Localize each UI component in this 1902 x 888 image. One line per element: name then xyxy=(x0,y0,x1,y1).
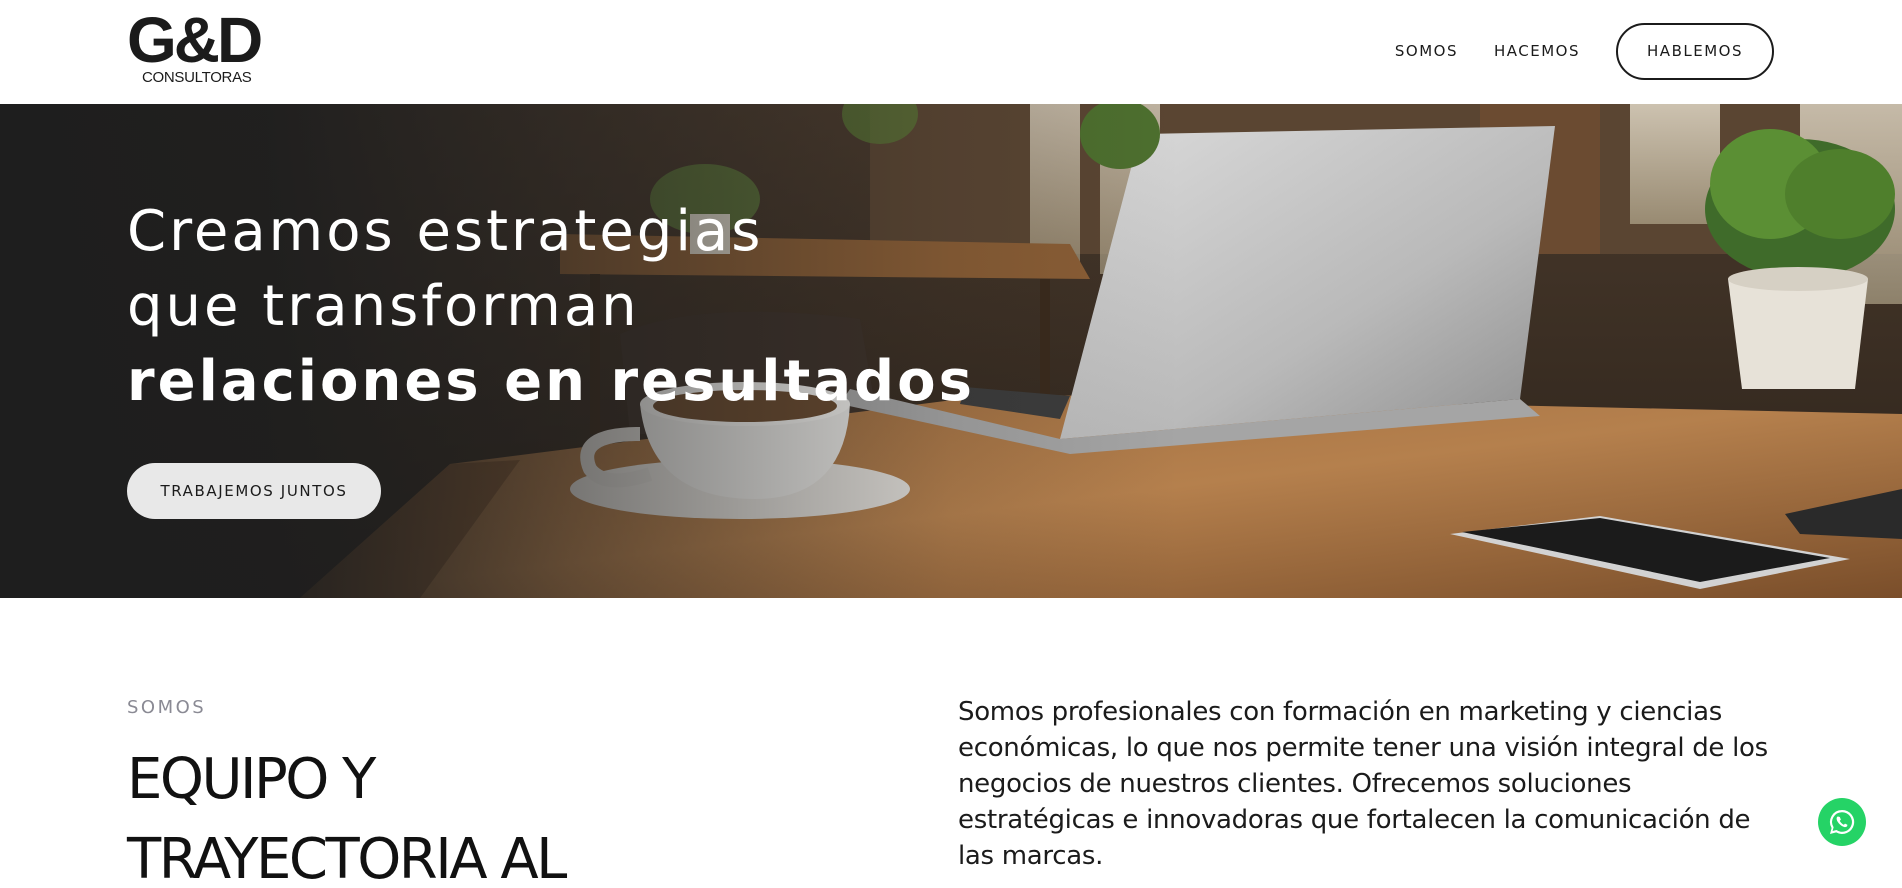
section-title: EQUIPO Y TRAYECTORIA AL xyxy=(127,740,567,888)
section-eyebrow: SOMOS xyxy=(127,697,207,718)
hero-heading-line3: relaciones en resultados xyxy=(127,349,975,414)
hablemos-button[interactable]: HABLEMOS xyxy=(1616,22,1774,80)
section-title-line1: EQUIPO Y xyxy=(127,747,376,812)
nav-link-somos[interactable]: SOMOS xyxy=(1395,42,1458,60)
main-nav: SOMOS HACEMOS HABLEMOS xyxy=(1395,22,1774,80)
trabajemos-juntos-button[interactable]: TRABAJEMOS JUNTOS xyxy=(127,463,381,519)
logo-wordmark: G&D xyxy=(127,4,263,76)
hero-heading-line1: Creamos estrategias xyxy=(127,199,764,264)
nav-link-hacemos[interactable]: HACEMOS xyxy=(1494,42,1580,60)
hero-banner: Creamos estrategias que transforman rela… xyxy=(0,104,1902,598)
whatsapp-icon xyxy=(1829,809,1855,834)
about-description: Somos profesionales con formación en mar… xyxy=(958,697,1768,871)
site-header: G&D CONSULTORAS SOMOS HACEMOS HABLEMOS xyxy=(0,0,1902,104)
hero-heading: Creamos estrategias que transforman rela… xyxy=(127,194,975,419)
brand-logo[interactable]: G&D CONSULTORAS xyxy=(127,4,287,90)
hero-heading-line2: que transforman xyxy=(127,274,640,339)
whatsapp-button[interactable] xyxy=(1818,798,1866,846)
section-title-line2: TRAYECTORIA AL xyxy=(127,827,567,888)
logo-subtitle: CONSULTORAS xyxy=(142,69,252,86)
